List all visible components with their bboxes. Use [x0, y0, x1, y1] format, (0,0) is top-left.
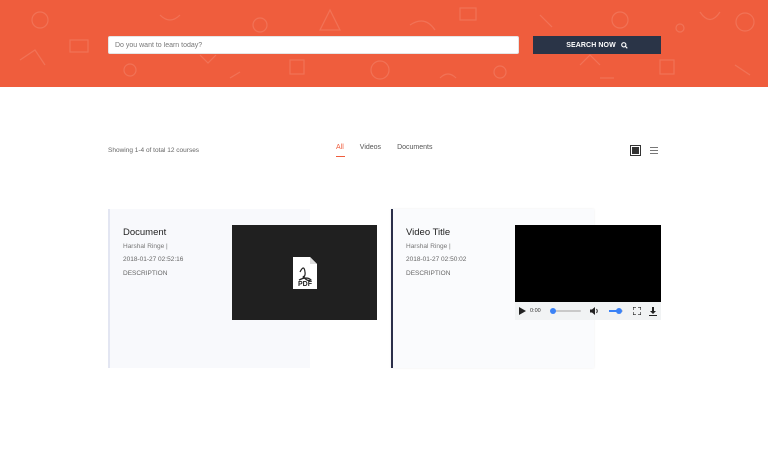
fullscreen-icon[interactable]: [633, 307, 641, 315]
download-icon[interactable]: [649, 306, 657, 316]
search-button-label: SEARCH NOW: [566, 41, 616, 49]
course-date: 2018-01-27 02:50:02: [406, 256, 467, 263]
filter-tabs: All Videos Documents: [336, 144, 432, 157]
tab-documents[interactable]: Documents: [397, 144, 432, 155]
pdf-file-icon: PDF: [292, 256, 317, 289]
course-description: DESCRIPTION: [123, 270, 168, 277]
tab-all[interactable]: All: [336, 144, 345, 157]
pdf-label: PDF: [298, 281, 313, 288]
play-icon[interactable]: [519, 307, 526, 315]
tab-videos[interactable]: Videos: [360, 144, 381, 155]
hero-banner: SEARCH NOW: [0, 0, 768, 87]
grid-view-icon[interactable]: [630, 145, 641, 156]
course-author: Harshal Ringe |: [123, 243, 168, 250]
video-current-time: 0:00: [530, 308, 541, 314]
video-controls: 0:00: [515, 302, 661, 320]
volume-handle[interactable]: [615, 308, 622, 314]
volume-slider[interactable]: [609, 308, 623, 314]
course-title: Video Title: [406, 227, 451, 238]
search-input[interactable]: [108, 36, 519, 54]
course-date: 2018-01-27 02:52:16: [123, 256, 184, 263]
video-seek-bar[interactable]: [549, 308, 581, 314]
document-thumbnail[interactable]: PDF: [232, 225, 377, 320]
seek-handle[interactable]: [549, 308, 556, 314]
course-title: Document: [123, 227, 167, 238]
volume-icon[interactable]: [590, 307, 599, 315]
search-button[interactable]: SEARCH NOW: [533, 36, 661, 54]
list-view-icon[interactable]: [650, 147, 658, 154]
results-summary: Showing 1-4 of total 12 courses: [108, 147, 200, 154]
course-author: Harshal Ringe |: [406, 243, 451, 250]
search-icon: [620, 41, 628, 49]
course-description: DESCRIPTION: [406, 270, 451, 277]
